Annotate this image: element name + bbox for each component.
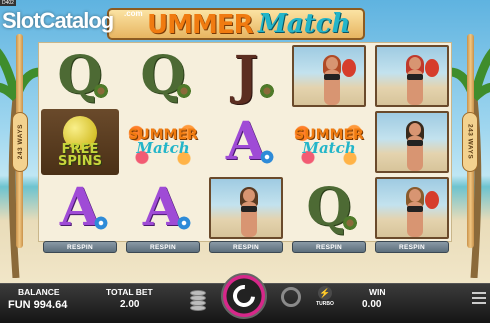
ways-sign-left-text: 243 WAYS [16, 124, 24, 160]
corner-tag: D402 [0, 0, 16, 6]
respin-button-reel-5[interactable]: RESPIN [375, 241, 449, 253]
symbol-letter-j: J [207, 43, 285, 109]
autoplay-button[interactable] [281, 287, 301, 307]
symbol-letter-a: A [207, 109, 285, 175]
reel-2: Q SUMMER Match A RESPIN [122, 43, 204, 253]
player-figure [320, 55, 344, 105]
spin-arrow-icon [228, 280, 260, 312]
symbol-letter: J [233, 45, 259, 106]
wild-logo-bottom: Match [302, 139, 356, 157]
symbol-wild-logo: SUMMER Match [290, 109, 368, 175]
respin-button-reel-2[interactable]: RESPIN [126, 241, 200, 253]
balance-value: FUN 994.64 [8, 299, 68, 311]
player-figure [403, 187, 427, 237]
symbol-letter-q: Q [290, 175, 368, 241]
symbol-beach-player [290, 43, 368, 109]
spin-button[interactable] [221, 273, 267, 319]
palm-leaf-icon [176, 83, 192, 99]
win-value: 0.00 [362, 299, 382, 310]
flower-icon [176, 215, 192, 231]
palm-leaf-icon [342, 215, 358, 231]
watermark-suffix: .com [124, 9, 143, 18]
flower-icon [259, 149, 275, 165]
symbol-letter-a: A [41, 175, 119, 241]
watermark: SlotCatalog [2, 8, 114, 33]
ways-sign-right-text: 243 WAYS [466, 124, 474, 160]
player-portrait [209, 177, 283, 239]
player-portrait [375, 177, 449, 239]
respin-button-reel-4[interactable]: RESPIN [292, 241, 366, 253]
chip-icon [190, 305, 206, 311]
menu-line [472, 297, 486, 299]
symbol-letter-a: A [124, 175, 202, 241]
game-title-script: Match [258, 9, 351, 39]
player-figure [403, 121, 427, 171]
paddle-icon [425, 59, 439, 77]
symbol-beach-player [373, 175, 451, 241]
symbol-beach-player [373, 43, 451, 109]
player-figure [403, 55, 427, 105]
ways-sign-right: 243 WAYS [462, 112, 478, 172]
total-bet-label: TOTAL BET [106, 287, 153, 297]
paddle-icon [342, 59, 356, 77]
palm-leaf-icon [93, 83, 109, 99]
respin-button-reel-1[interactable]: RESPIN [43, 241, 117, 253]
symbol-wild-logo: SUMMER Match [124, 109, 202, 175]
total-bet-value: 2.00 [120, 299, 140, 310]
player-portrait [375, 111, 449, 173]
symbol-letter-q: Q [41, 43, 119, 109]
win-label: WIN [369, 287, 386, 297]
wild-logo-text: SUMMER Match [294, 127, 364, 157]
player-figure [237, 187, 261, 237]
balance-label: BALANCE [18, 287, 60, 297]
respin-button-reel-3[interactable]: RESPIN [209, 241, 283, 253]
game-title-main: UMMER [147, 10, 254, 40]
free-spins-text: SPINS [58, 154, 102, 169]
symbol-beach-player [207, 175, 285, 241]
menu-line [472, 292, 486, 294]
wild-logo-text: SUMMER Match [128, 127, 198, 157]
menu-line [472, 302, 486, 304]
reel-1: Q FREE SPINS A RESPIN [39, 43, 121, 253]
symbol-letter-q: Q [124, 43, 202, 109]
symbol-beach-player [373, 109, 451, 175]
reel-5: RESPIN [371, 43, 453, 253]
turbo-label: TURBO [316, 301, 334, 307]
palm-leaf-icon [259, 83, 275, 99]
turbo-button[interactable]: ⚡ TURBO [314, 286, 336, 310]
player-portrait [292, 45, 366, 107]
paddle-icon [425, 191, 439, 209]
reel-4: SUMMER Match Q RESPIN [288, 43, 370, 253]
menu-button[interactable] [472, 292, 486, 304]
player-portrait [375, 45, 449, 107]
wild-logo-bottom: Match [136, 139, 190, 157]
reel-grid: Q FREE SPINS A RESPIN Q SUMMER Match A RESPIN J A RE… [38, 42, 453, 253]
reel-3: J A RESPIN [205, 43, 287, 253]
bet-chips-button[interactable] [190, 290, 206, 312]
lightning-icon: ⚡ [318, 286, 332, 300]
symbol-free-spins: FREE SPINS [41, 109, 119, 175]
flower-icon [93, 215, 109, 231]
ways-sign-left: 243 WAYS [12, 112, 28, 172]
